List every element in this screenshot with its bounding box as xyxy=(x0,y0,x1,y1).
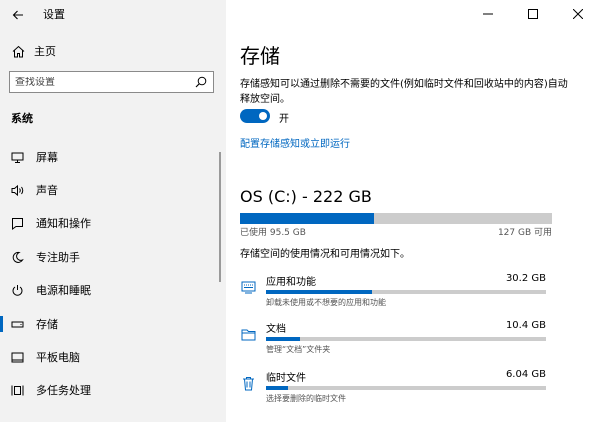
speaker-icon xyxy=(10,183,24,197)
search-icon xyxy=(195,76,207,88)
storage-sense-description: 存储感知可以通过删除不需要的文件(例如临时文件和回收站中的内容)自动释放空间。 xyxy=(240,79,568,105)
usage-description: 存储空间的使用情况和可用情况如下。 xyxy=(240,249,410,260)
notification-icon xyxy=(10,216,24,230)
title-bar: 设置 xyxy=(0,0,226,30)
home-icon xyxy=(11,44,25,58)
sidebar-item-tablet[interactable]: 平板电脑 xyxy=(0,340,218,374)
sidebar: 设置 主页 系统 屏幕 声音 通知和操作 xyxy=(0,0,226,422)
sidebar-item-multitasking[interactable]: 多任务处理 xyxy=(0,373,218,407)
folder-icon xyxy=(240,326,256,342)
tablet-icon xyxy=(10,350,24,364)
maximize-button[interactable] xyxy=(510,0,555,28)
sidebar-item-display[interactable]: 屏幕 xyxy=(0,140,218,174)
sidebar-item-label: 平板电脑 xyxy=(36,351,80,364)
maximize-icon xyxy=(527,9,538,19)
category-subtitle: 管理“文档”文件夹 xyxy=(266,345,331,354)
category-subtitle: 选择要删除的临时文件 xyxy=(266,394,346,403)
category-bar xyxy=(266,386,546,390)
multitask-icon xyxy=(10,383,24,397)
sidebar-item-power[interactable]: 电源和睡眠 xyxy=(0,273,218,307)
nav-home[interactable]: 主页 xyxy=(0,38,226,64)
close-button[interactable] xyxy=(555,0,600,28)
sidebar-item-focus-assist[interactable]: 专注助手 xyxy=(0,240,218,274)
back-arrow-icon xyxy=(12,10,23,20)
search-input[interactable] xyxy=(15,76,185,88)
close-icon xyxy=(572,9,583,19)
category-name: 文档 xyxy=(266,324,286,335)
category-subtitle: 卸载未使用或不想要的应用和功能 xyxy=(266,298,386,307)
drive-title: OS (C:) - 222 GB xyxy=(240,187,372,206)
category-size: 30.2 GB xyxy=(505,273,546,284)
app-title: 设置 xyxy=(43,8,65,21)
minimize-button[interactable] xyxy=(465,0,510,28)
category-size: 6.04 GB xyxy=(505,369,546,380)
home-label: 主页 xyxy=(34,45,56,58)
drive-used-label: 已使用 95.5 GB xyxy=(240,228,306,238)
sidebar-item-label: 存储 xyxy=(36,318,58,331)
sidebar-item-label: 声音 xyxy=(36,184,58,197)
sidebar-scrollbar[interactable] xyxy=(219,152,221,282)
main-content: 存储 存储感知可以通过删除不需要的文件(例如临时文件和回收站中的内容)自动释放空… xyxy=(226,0,600,422)
back-button[interactable] xyxy=(6,3,30,27)
category-documents[interactable]: 文档 10.4 GB 管理“文档”文件夹 xyxy=(236,320,546,360)
storage-icon xyxy=(10,317,24,331)
drive-available-label: 127 GB 可用 xyxy=(497,228,552,238)
category-name: 临时文件 xyxy=(266,373,306,384)
storage-sense-toggle[interactable] xyxy=(240,109,270,123)
apps-icon xyxy=(240,279,256,295)
category-bar-fill xyxy=(266,290,373,294)
category-temp-files[interactable]: 临时文件 6.04 GB 选择要删除的临时文件 xyxy=(236,369,546,409)
category-size: 10.4 GB xyxy=(505,320,546,331)
section-heading: 系统 xyxy=(11,112,33,125)
category-bar xyxy=(266,290,546,294)
sidebar-item-sound[interactable]: 声音 xyxy=(0,173,218,207)
moon-icon xyxy=(10,250,24,264)
sidebar-item-label: 通知和操作 xyxy=(36,217,91,230)
sidebar-item-label: 屏幕 xyxy=(36,151,58,164)
minimize-icon xyxy=(482,13,493,15)
category-bar xyxy=(266,337,546,341)
toggle-state-label: 开 xyxy=(279,114,289,125)
display-icon xyxy=(10,150,24,164)
page-title: 存储 xyxy=(240,44,280,68)
category-apps[interactable]: 应用和功能 30.2 GB 卸载未使用或不想要的应用和功能 xyxy=(236,273,546,313)
sidebar-item-notifications[interactable]: 通知和操作 xyxy=(0,206,218,240)
category-name: 应用和功能 xyxy=(266,277,316,288)
drive-usage-fill xyxy=(240,213,375,224)
sidebar-item-label: 专注助手 xyxy=(36,251,80,264)
window-controls xyxy=(465,0,600,28)
sidebar-item-label: 电源和睡眠 xyxy=(36,284,91,297)
configure-storage-sense-link[interactable]: 配置存储感知或立即运行 xyxy=(240,135,350,150)
drive-usage-bar xyxy=(240,213,552,224)
category-bar-fill xyxy=(266,386,289,390)
category-bar-fill xyxy=(266,337,300,341)
trash-icon xyxy=(240,375,256,391)
sidebar-item-label: 多任务处理 xyxy=(36,384,91,397)
sidebar-item-storage[interactable]: 存储 xyxy=(0,307,218,341)
power-icon xyxy=(10,283,24,297)
search-box[interactable] xyxy=(9,71,214,93)
